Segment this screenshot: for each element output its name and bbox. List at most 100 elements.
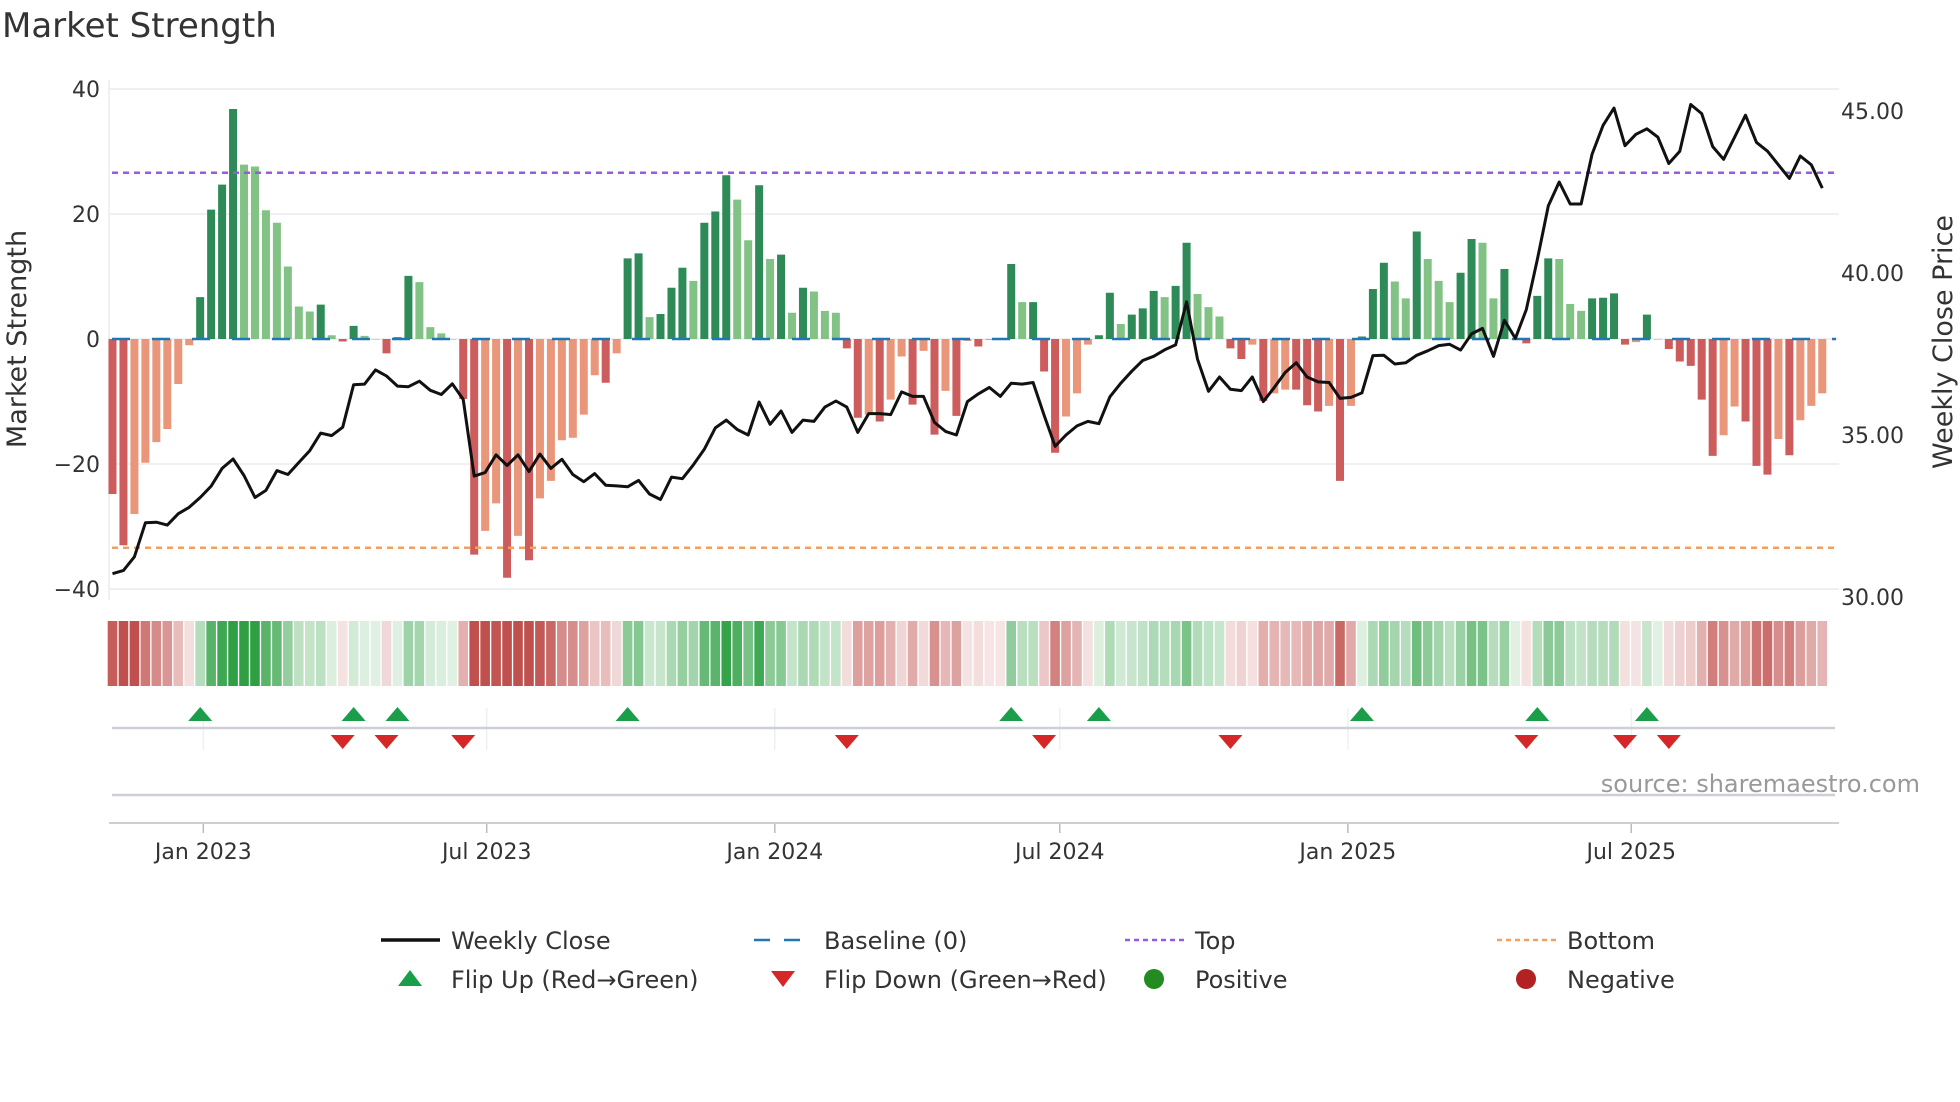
- strength-bar: [875, 339, 884, 422]
- strength-bar: [820, 310, 829, 339]
- y-tick-label: −40: [54, 578, 100, 603]
- strength-bar: [338, 339, 347, 342]
- strength-strip-cell: [1762, 621, 1773, 686]
- strength-strip-cell: [1313, 621, 1323, 686]
- legend-label: Flip Up (Red→Green): [451, 966, 699, 994]
- strength-strip-cell: [776, 621, 786, 686]
- strength-bar: [426, 327, 435, 339]
- strength-strip-cell: [1148, 621, 1159, 686]
- strength-strip-cell: [1795, 621, 1806, 686]
- x-tick-label: Jan 2024: [724, 840, 823, 865]
- strength-strip-cell: [1653, 621, 1663, 686]
- strength-strip-cell: [1532, 621, 1543, 686]
- strength-bar: [722, 175, 731, 339]
- strength-bar: [481, 339, 490, 531]
- strength-bar: [952, 339, 961, 416]
- strength-strip-cell: [107, 621, 118, 686]
- strength-strip-cell: [1411, 621, 1422, 686]
- strength-strip-cell: [217, 621, 227, 686]
- strength-bar: [744, 240, 753, 339]
- strength-bar: [1697, 339, 1706, 400]
- strength-bar: [1105, 292, 1114, 339]
- strength-bar: [1785, 339, 1794, 456]
- strength-bar: [1807, 339, 1816, 406]
- strength-bar: [152, 339, 161, 443]
- legend-label: Bottom: [1567, 927, 1655, 955]
- y-tick-label: −20: [54, 453, 100, 478]
- strength-strip-cell: [1116, 621, 1126, 686]
- strength-strip-cell: [765, 621, 775, 686]
- strength-bar: [196, 297, 205, 339]
- strength-strip-cell: [1061, 621, 1071, 686]
- strength-bar: [1445, 302, 1454, 339]
- strength-bar: [108, 339, 117, 494]
- strength-strip-cell: [1664, 621, 1674, 686]
- legend-label: Top: [1194, 927, 1236, 955]
- flip-up-marker: [1634, 707, 1659, 721]
- strength-bar: [141, 339, 150, 463]
- strength-strip-cell: [1247, 621, 1258, 686]
- strength-strip-cell: [546, 621, 556, 686]
- strength-bar: [974, 339, 983, 347]
- strength-strip-cell: [1324, 621, 1334, 686]
- strength-strip-cell: [995, 621, 1006, 686]
- strength-strip-cell: [1181, 621, 1192, 686]
- flip-up-marker: [615, 707, 640, 721]
- strength-bar: [119, 339, 128, 546]
- strength-strip-cell: [1017, 621, 1027, 686]
- strength-bar: [1741, 339, 1750, 422]
- strength-strip-cell: [1083, 621, 1093, 686]
- flip-up-marker: [1086, 707, 1111, 721]
- strength-strip-cell: [1510, 621, 1521, 686]
- strength-bar: [415, 282, 424, 339]
- strength-strip-cell: [1620, 621, 1630, 686]
- strength-strip-cell: [885, 621, 896, 686]
- strength-bar: [1368, 289, 1377, 339]
- flip-up-marker: [341, 707, 366, 721]
- strength-bar: [897, 339, 906, 357]
- strength-bar: [941, 339, 950, 391]
- strength-bar: [623, 258, 632, 339]
- strength-bar: [755, 185, 764, 339]
- strength-strip-cell: [1390, 621, 1400, 686]
- strength-strip-cell: [929, 621, 940, 686]
- strength-strip-cell: [1696, 621, 1707, 686]
- strength-strip-cell: [874, 621, 885, 686]
- strength-strip-cell: [1346, 621, 1356, 686]
- strength-strip-cell: [677, 621, 688, 686]
- flip-down-marker: [451, 735, 476, 749]
- strength-strip-cell: [622, 621, 633, 686]
- source-watermark: source: sharemaestro.com: [1601, 770, 1920, 798]
- flip-down-marker: [1612, 735, 1637, 749]
- strength-bar: [1599, 297, 1608, 339]
- strength-strip-cell: [1707, 621, 1718, 686]
- strength-bar: [766, 259, 775, 339]
- y-axis-title: Market Strength: [2, 230, 33, 448]
- strength-strip-cell: [326, 621, 337, 686]
- strength-strip-cell: [425, 621, 436, 686]
- strength-bar: [163, 339, 172, 429]
- strength-strip-cell: [1444, 621, 1455, 686]
- strength-strip-cell: [140, 621, 151, 686]
- flip-up-marker: [385, 707, 410, 721]
- strength-bar: [1379, 262, 1388, 339]
- legend-label: Positive: [1195, 966, 1288, 994]
- strength-bar: [919, 339, 928, 351]
- y-right-axis-title: Weekly Close Price: [1928, 215, 1959, 469]
- strength-bar: [1675, 339, 1684, 362]
- strength-strip-cell: [809, 621, 819, 686]
- legend-flip-down-icon: [771, 971, 795, 987]
- strength-strip-cell: [1094, 621, 1104, 686]
- strength-bar: [1796, 339, 1805, 421]
- strength-bar: [1412, 231, 1421, 339]
- strength-strip-cell: [863, 621, 874, 686]
- strength-strip-cell: [568, 621, 578, 686]
- strength-strip-cell: [250, 621, 260, 686]
- strength-strip-cell: [842, 621, 852, 686]
- strength-strip-cell: [1806, 621, 1817, 686]
- x-tick-label: Jan 2023: [153, 840, 252, 865]
- strength-bar: [842, 339, 851, 349]
- strength-bar: [1314, 339, 1323, 412]
- strength-strip-cell: [1159, 621, 1170, 686]
- strength-bar: [1281, 339, 1290, 390]
